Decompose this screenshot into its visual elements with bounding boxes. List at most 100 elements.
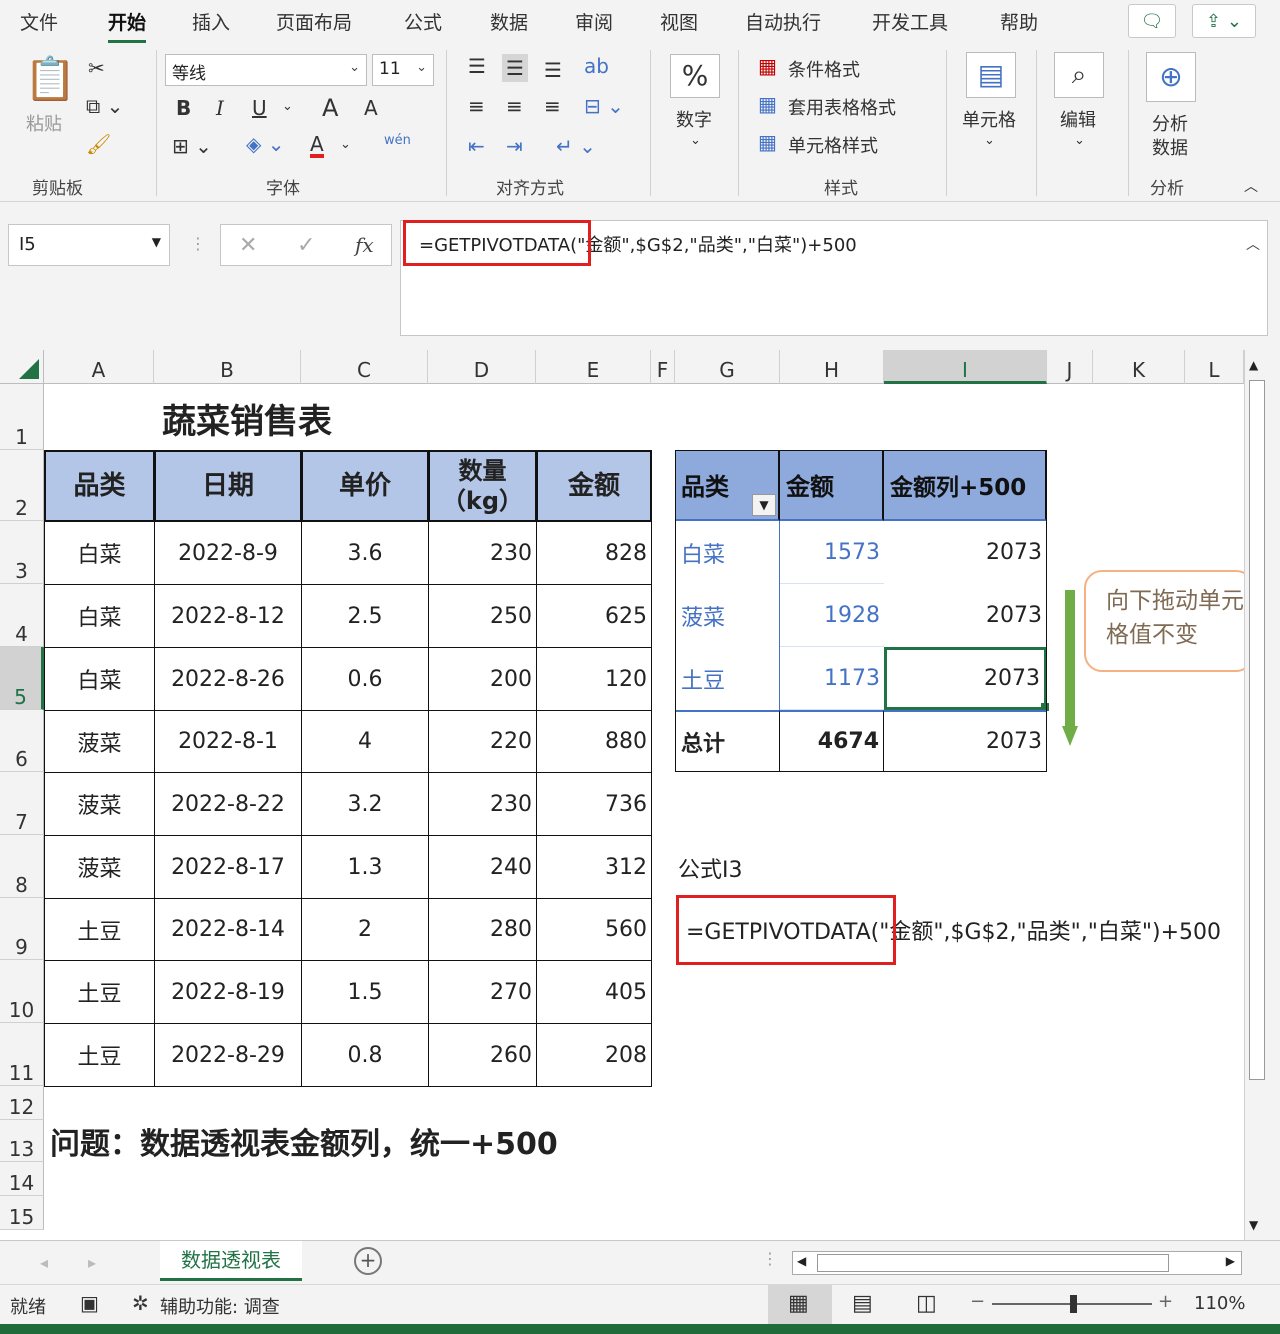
analyze-data-icon[interactable]: ⊕ xyxy=(1146,52,1196,102)
copy-icon[interactable]: ⧉ ⌄ xyxy=(86,96,123,116)
borders-icon[interactable]: ⊞ ⌄ xyxy=(172,136,212,156)
editing-button[interactable]: 编辑 xyxy=(1060,106,1096,132)
name-box[interactable]: I5 ▼ xyxy=(8,224,170,266)
insert-function-button[interactable]: fx xyxy=(355,233,374,257)
tab-scroll-right-icon[interactable]: ▸ xyxy=(88,1253,96,1272)
align-middle-icon[interactable]: ☰ xyxy=(502,54,528,82)
italic-button[interactable]: I xyxy=(216,98,224,118)
cell-category[interactable]: 菠菜 xyxy=(44,835,155,899)
analyze-data-line2[interactable]: 数据 xyxy=(1152,134,1188,160)
cell-style-button[interactable]: 单元格样式 xyxy=(788,132,878,158)
pivot-cell-category[interactable]: 菠菜 xyxy=(675,584,780,647)
cell-amount[interactable]: 880 xyxy=(536,710,652,773)
header-amount[interactable]: 金额 xyxy=(536,450,652,522)
tab-view[interactable]: 视图 xyxy=(660,8,698,35)
cell-category[interactable]: 土豆 xyxy=(44,1023,155,1087)
align-bottom-icon[interactable]: ☰ xyxy=(544,60,562,80)
cell-quantity[interactable]: 230 xyxy=(428,521,537,585)
share-button[interactable]: ⇪ ⌄ xyxy=(1192,4,1256,38)
cell-quantity[interactable]: 220 xyxy=(428,710,537,773)
scroll-thumb[interactable] xyxy=(1249,380,1265,1080)
pivot-total-amount[interactable]: 4674 xyxy=(780,710,884,772)
cell-quantity[interactable]: 230 xyxy=(428,772,537,836)
cell-date[interactable]: 2022-8-9 xyxy=(154,521,302,585)
tab-page-layout[interactable]: 页面布局 xyxy=(276,8,352,35)
format-painter-icon[interactable]: 🖌 xyxy=(86,134,111,154)
add-sheet-icon[interactable]: + xyxy=(354,1247,382,1275)
cell-quantity[interactable]: 270 xyxy=(428,960,537,1024)
row-header-13[interactable]: 13 xyxy=(0,1120,44,1162)
orientation-icon[interactable]: ab xyxy=(584,56,609,76)
pivot-cell-amount-plus-500[interactable]: 2073 xyxy=(884,647,1047,710)
column-header-a[interactable]: A xyxy=(44,350,154,384)
row-header-5[interactable]: 5 xyxy=(0,647,44,710)
row-header-2[interactable]: 2 xyxy=(0,450,44,521)
cell-amount[interactable]: 120 xyxy=(536,647,652,711)
conditional-format-icon[interactable]: ▦ xyxy=(758,56,777,76)
column-header-f[interactable]: F xyxy=(651,350,675,384)
cell-category[interactable]: 白菜 xyxy=(44,521,155,585)
phonetic-button[interactable]: wén xyxy=(384,134,411,147)
merge-center-icon[interactable]: ⊟ ⌄ xyxy=(584,96,624,116)
row-header-15[interactable]: 15 xyxy=(0,1196,44,1230)
scroll-thumb[interactable] xyxy=(817,1254,1169,1272)
collapse-ribbon-icon[interactable]: ︿ xyxy=(1244,180,1258,194)
cell-date[interactable]: 2022-8-29 xyxy=(154,1023,302,1087)
comments-button[interactable]: 🗨 xyxy=(1128,4,1176,38)
column-header-h[interactable]: H xyxy=(780,350,884,384)
cell-quantity[interactable]: 260 xyxy=(428,1023,537,1087)
column-header-j[interactable]: J xyxy=(1047,350,1093,384)
pivot-cell-amount[interactable]: 1573 xyxy=(780,521,884,584)
cell-price[interactable]: 0.8 xyxy=(301,1023,429,1087)
cell-quantity[interactable]: 200 xyxy=(428,647,537,711)
tab-insert[interactable]: 插入 xyxy=(192,8,230,35)
wrap-text-icon[interactable]: ↵ ⌄ xyxy=(556,136,596,156)
cell-amount[interactable]: 560 xyxy=(536,898,652,961)
row-header-7[interactable]: 7 xyxy=(0,772,44,835)
cell-amount[interactable]: 736 xyxy=(536,772,652,836)
number-format-button[interactable]: % xyxy=(670,54,720,98)
macro-record-icon[interactable]: ▣ xyxy=(80,1291,99,1315)
splitter-handle-icon[interactable]: ⋮ xyxy=(762,1249,778,1268)
row-header-14[interactable]: 14 xyxy=(0,1162,44,1196)
tab-file[interactable]: 文件 xyxy=(20,8,58,35)
confirm-icon[interactable]: ✓ xyxy=(297,233,315,258)
pivot-cell-amount-plus-500[interactable]: 2073 xyxy=(884,584,1047,647)
cell-category[interactable]: 白菜 xyxy=(44,647,155,711)
cell-date[interactable]: 2022-8-26 xyxy=(154,647,302,711)
accessibility-status[interactable]: 辅助功能: 调查 xyxy=(160,1293,280,1319)
page-layout-icon[interactable]: ▤ xyxy=(852,1291,873,1316)
cells-icon[interactable]: ▤ xyxy=(966,52,1016,98)
filter-dropdown-icon[interactable]: ▼ xyxy=(752,494,776,516)
chevron-down-icon[interactable]: ⌄ xyxy=(340,138,351,151)
pivot-header-amount[interactable]: 金额 xyxy=(780,450,884,521)
tab-formulas[interactable]: 公式 xyxy=(404,8,442,35)
formula-text[interactable]: =GETPIVOTDATA("金额",$G$2,"品类","白菜")+500 xyxy=(686,908,1221,952)
font-size-combo[interactable]: 11 ⌄ xyxy=(372,54,434,86)
row-header-10[interactable]: 10 xyxy=(0,960,44,1023)
paste-button[interactable]: 粘贴 xyxy=(26,110,62,136)
pivot-cell-category[interactable]: 土豆 xyxy=(675,647,780,710)
cell-amount[interactable]: 828 xyxy=(536,521,652,585)
chevron-down-icon[interactable]: ⌄ xyxy=(1074,134,1085,147)
zoom-out-icon[interactable]: − xyxy=(970,1291,985,1312)
column-header-e[interactable]: E xyxy=(536,350,651,384)
bold-button[interactable]: B xyxy=(176,98,191,118)
pivot-cell-amount[interactable]: 1173 xyxy=(780,647,884,710)
chevron-down-icon[interactable]: ⌄ xyxy=(690,134,701,147)
row-header-9[interactable]: 9 xyxy=(0,898,44,960)
cell-price[interactable]: 3.2 xyxy=(301,772,429,836)
scroll-down-icon[interactable]: ▼ xyxy=(1249,1218,1258,1232)
align-left-icon[interactable]: ≡ xyxy=(468,96,485,116)
worksheet-grid[interactable]: A B C D E F G H I J K L 1 2 3 4 5 6 7 8 … xyxy=(0,350,1244,1240)
chevron-down-icon[interactable]: ⌄ xyxy=(984,134,995,147)
sheet-title[interactable]: 蔬菜销售表 xyxy=(162,396,332,442)
font-name-combo[interactable]: 等线 ⌄ xyxy=(165,54,367,86)
cell-price[interactable]: 1.5 xyxy=(301,960,429,1024)
row-header-3[interactable]: 3 xyxy=(0,521,44,584)
header-price[interactable]: 单价 xyxy=(301,450,429,522)
column-header-l[interactable]: L xyxy=(1185,350,1244,384)
tab-developer[interactable]: 开发工具 xyxy=(872,8,948,35)
tab-data[interactable]: 数据 xyxy=(490,8,528,35)
pivot-cell-amount[interactable]: 1928 xyxy=(780,584,884,647)
